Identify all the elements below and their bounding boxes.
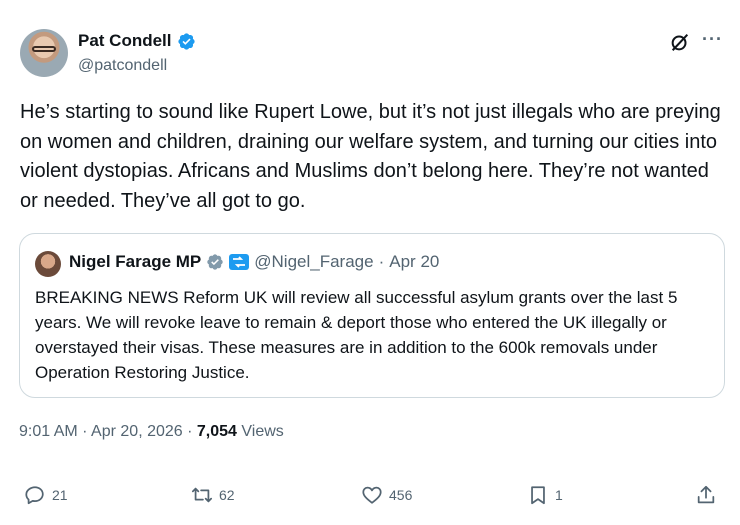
quoted-handle[interactable]: @Nigel_Farage xyxy=(254,252,373,272)
bookmark-icon xyxy=(531,486,545,505)
verified-badge-icon xyxy=(177,32,195,50)
more-icon[interactable]: ··· xyxy=(702,29,723,50)
repost-icon xyxy=(191,487,213,503)
quoted-text: BREAKING NEWS Reform UK will review all … xyxy=(35,288,678,382)
bookmark-count: 1 xyxy=(555,487,563,503)
quoted-date[interactable]: Apr 20 xyxy=(389,252,439,272)
share-icon xyxy=(697,485,715,504)
views-label: Views xyxy=(241,423,284,440)
action-bar: 21 62 456 1 xyxy=(0,484,740,512)
share-button[interactable] xyxy=(695,484,717,506)
quoted-tweet[interactable]: Nigel Farage MP @Nigel_Farage · Apr 20 B… xyxy=(19,233,725,398)
tweet-date[interactable]: Apr 20, 2026 xyxy=(91,423,183,440)
reply-button[interactable]: 21 xyxy=(24,484,68,506)
verified-badge-icon xyxy=(207,254,223,270)
tweet-timestamp: 9:01 AM · Apr 20, 2026 · 7,054 Views xyxy=(19,423,284,441)
quoted-name[interactable]: Nigel Farage MP xyxy=(69,252,201,272)
author-avatar[interactable] xyxy=(20,29,68,77)
quoted-avatar[interactable] xyxy=(35,251,61,277)
like-button[interactable]: 456 xyxy=(361,484,412,506)
quoted-header: Nigel Farage MP @Nigel_Farage · Apr 20 xyxy=(69,252,439,272)
bookmark-button[interactable]: 1 xyxy=(527,484,563,506)
repost-count: 62 xyxy=(219,487,235,503)
affiliate-badge-icon[interactable] xyxy=(229,254,250,270)
reply-icon xyxy=(25,486,44,505)
timestamp-separator: · xyxy=(187,423,193,440)
repost-button[interactable]: 62 xyxy=(191,484,235,506)
views-count: 7,054 xyxy=(196,423,237,440)
author-name[interactable]: Pat Condell xyxy=(78,31,172,51)
timestamp-separator: · xyxy=(82,423,88,440)
author-handle[interactable]: @patcondell xyxy=(78,57,167,75)
reply-count: 21 xyxy=(52,487,68,503)
grok-icon[interactable] xyxy=(669,31,691,53)
tweet-time[interactable]: 9:01 AM xyxy=(19,423,78,440)
like-icon xyxy=(362,486,382,504)
like-count: 456 xyxy=(389,487,413,503)
tweet-text: He’s starting to sound like Rupert Lowe,… xyxy=(20,101,721,212)
author-name-row: Pat Condell xyxy=(78,31,196,51)
quoted-separator: · xyxy=(378,252,385,271)
